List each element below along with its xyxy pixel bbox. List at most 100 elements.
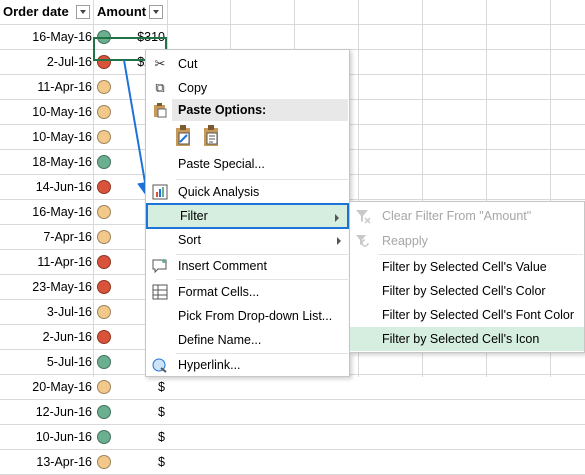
status-circle-icon (97, 405, 111, 419)
amount-cell: $ (158, 430, 165, 444)
table-row[interactable]: 12-Jun-16 $ (0, 400, 585, 425)
submenu-item-label: Filter by Selected Cell's Icon (382, 332, 540, 346)
menu-item-insert-comment[interactable]: Insert Comment (146, 254, 349, 278)
status-circle-icon (97, 130, 111, 144)
status-circle-icon (97, 205, 111, 219)
status-circle-icon (97, 355, 111, 369)
order-date-cell: 13-Apr-16 (36, 455, 92, 469)
amount-cell: $ (158, 405, 165, 419)
paste-option-icons (174, 124, 234, 150)
order-date-cell: 20-May-16 (32, 380, 92, 394)
paste-icon (152, 102, 168, 118)
status-circle-icon (97, 305, 111, 319)
order-date-cell: 10-Jun-16 (35, 430, 92, 444)
order-date-cell: 12-Jun-16 (35, 405, 92, 419)
amount-cell: $ (158, 380, 165, 394)
status-circle-icon (97, 330, 111, 344)
menu-item-format-cells[interactable]: Format Cells... (146, 280, 349, 304)
format-cells-icon (152, 284, 168, 300)
column-header-order-date: Order date (3, 4, 69, 19)
order-date-cell: 7-Apr-16 (43, 230, 92, 244)
column-header-amount: Amount (97, 4, 147, 19)
submenu-arrow-icon (337, 237, 341, 245)
paste-options-label: Paste Options: (178, 103, 267, 117)
status-circle-icon (97, 380, 111, 394)
order-date-cell: 11-Apr-16 (37, 255, 92, 269)
order-date-cell: 10-May-16 (32, 105, 92, 119)
menu-item-cut[interactable]: ✂ Cut (146, 52, 349, 76)
filter-dropdown-button[interactable] (76, 5, 90, 19)
menu-item-sort[interactable]: Sort (146, 228, 349, 252)
status-circle-icon (97, 155, 111, 169)
menu-item-copy[interactable]: ⧉ Copy (146, 76, 349, 100)
submenu-arrow-icon (335, 214, 339, 222)
header-row: Order date Amount (0, 0, 585, 25)
order-date-cell: 14-Jun-16 (35, 180, 92, 194)
context-menu: ✂ Cut ⧉ Copy Paste Options: Paste Specia… (145, 49, 350, 377)
menu-item-label: Define Name... (178, 333, 262, 347)
scissors-icon: ✂ (154, 56, 166, 71)
order-date-cell: 18-May-16 (32, 155, 92, 169)
menu-item-label: Paste Special... (178, 157, 265, 171)
submenu-item-by-value[interactable]: Filter by Selected Cell's Value (350, 255, 584, 279)
menu-item-paste-special[interactable]: Paste Special... (146, 152, 349, 176)
menu-item-label: Format Cells... (178, 285, 260, 299)
menu-item-quick-analysis[interactable]: Quick Analysis (146, 180, 349, 204)
order-date-cell: 10-May-16 (32, 130, 92, 144)
paste-options-header: Paste Options: (172, 99, 348, 121)
amount-cell: $ (158, 455, 165, 469)
submenu-item-label: Filter by Selected Cell's Color (382, 284, 546, 298)
status-circle-icon (97, 280, 111, 294)
menu-item-define-name[interactable]: Define Name... (146, 328, 349, 352)
filter-submenu: Clear Filter From "Amount" Reapply Filte… (349, 201, 585, 353)
submenu-item-by-icon[interactable]: Filter by Selected Cell's Icon (350, 327, 584, 351)
table-row[interactable]: 10-Jun-16 $ (0, 425, 585, 450)
status-circle-icon (97, 105, 111, 119)
reapply-icon (355, 233, 371, 249)
order-date-cell: 2-Jun-16 (42, 330, 92, 344)
status-circle-icon (97, 455, 111, 469)
order-date-cell: 3-Jul-16 (46, 305, 92, 319)
table-row[interactable]: 13-Apr-16 $ (0, 450, 585, 475)
table-row[interactable]: 20-May-16 $ (0, 375, 585, 400)
menu-item-label: Hyperlink... (178, 358, 241, 372)
submenu-item-label: Reapply (382, 234, 428, 248)
order-date-cell: 23-May-16 (32, 280, 92, 294)
paste-values-icon[interactable] (202, 124, 222, 148)
submenu-item-label: Clear Filter From "Amount" (382, 209, 532, 223)
submenu-item-by-color[interactable]: Filter by Selected Cell's Color (350, 279, 584, 303)
submenu-item-by-font-color[interactable]: Filter by Selected Cell's Font Color (350, 303, 584, 327)
clear-filter-icon (355, 208, 371, 224)
menu-item-label: Sort (178, 233, 201, 247)
menu-item-label: Insert Comment (178, 259, 267, 273)
menu-item-pick-from-list[interactable]: Pick From Drop-down List... (146, 304, 349, 328)
status-circle-icon (97, 80, 111, 94)
status-circle-icon (97, 255, 111, 269)
menu-item-label: Filter (180, 209, 208, 223)
order-date-cell: 5-Jul-16 (46, 355, 92, 369)
status-circle-icon (97, 230, 111, 244)
menu-item-label: Quick Analysis (178, 185, 260, 199)
submenu-item-label: Filter by Selected Cell's Value (382, 260, 547, 274)
menu-item-hyperlink[interactable]: Hyperlink... (146, 353, 349, 377)
table-row[interactable]: 16-May-16 $310 (0, 25, 585, 50)
filter-dropdown-button[interactable] (149, 5, 163, 19)
order-date-cell: 2-Jul-16 (46, 55, 92, 69)
menu-item-label: Copy (178, 81, 208, 95)
copy-icon: ⧉ (155, 80, 165, 95)
order-date-cell: 16-May-16 (32, 205, 92, 219)
status-circle-icon (97, 430, 111, 444)
submenu-item-label: Filter by Selected Cell's Font Color (382, 308, 575, 322)
status-circle-icon (97, 180, 111, 194)
comment-icon (152, 258, 168, 274)
menu-item-filter[interactable]: Filter (146, 203, 349, 229)
submenu-item-reapply[interactable]: Reapply (350, 229, 584, 253)
hyperlink-icon (152, 357, 168, 373)
menu-item-label: Pick From Drop-down List... (178, 309, 333, 323)
paste-formatting-icon[interactable] (174, 124, 194, 148)
submenu-item-clear-filter[interactable]: Clear Filter From "Amount" (350, 204, 584, 228)
quick-analysis-icon (152, 184, 168, 200)
order-date-cell: 16-May-16 (32, 30, 92, 44)
menu-item-label: Cut (178, 57, 198, 71)
order-date-cell: 11-Apr-16 (37, 80, 92, 94)
